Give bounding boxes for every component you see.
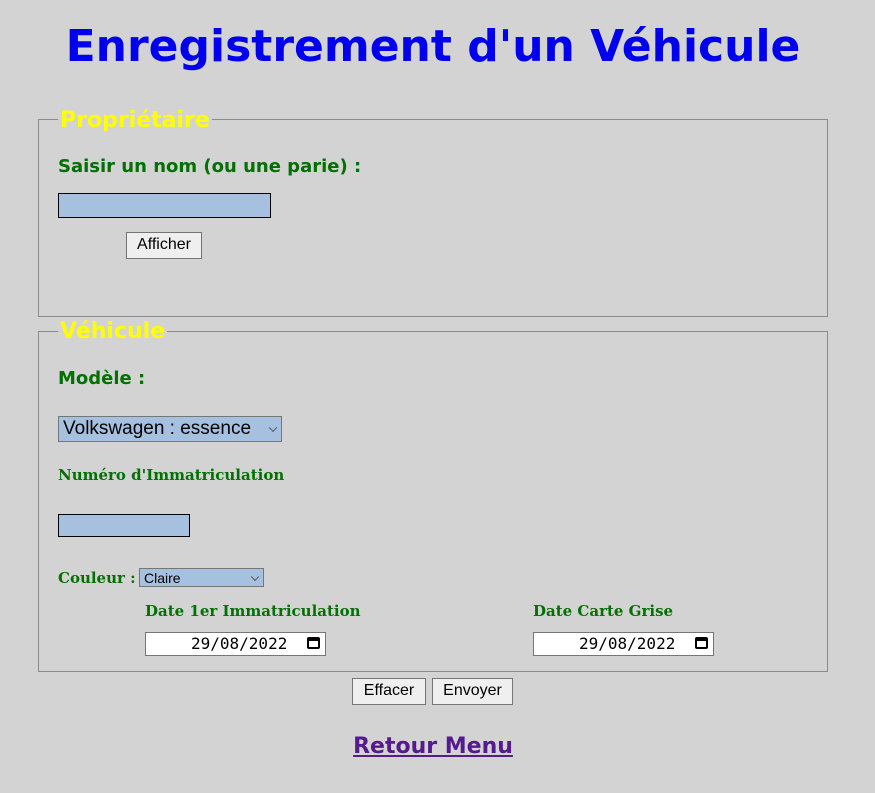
back-to-menu-link-row: Retour Menu: [0, 733, 866, 761]
color-label: Couleur :: [58, 569, 136, 587]
plate-input[interactable]: [58, 514, 190, 537]
registration-card-label: Date Carte Grise: [533, 602, 674, 620]
proprietaire-fieldset: [38, 119, 828, 317]
color-select[interactable]: Claire: [139, 568, 264, 587]
back-to-menu-link[interactable]: Retour Menu: [353, 734, 513, 759]
color-select-value: Claire: [144, 570, 181, 586]
clear-button[interactable]: Effacer: [352, 678, 426, 705]
model-select-value: Volkswagen : essence: [63, 418, 252, 439]
vehicule-legend: Véhicule: [58, 319, 168, 345]
owner-name-label: Saisir un nom (ou une parie) :: [58, 156, 362, 177]
page: Enregistrement d'un Véhicule Propriétair…: [0, 0, 875, 793]
chevron-down-icon: [250, 572, 260, 581]
model-label: Modèle :: [58, 368, 146, 389]
first-registration-date-value: 29/08/2022: [191, 634, 288, 653]
registration-card-date-input[interactable]: 29/08/2022: [533, 632, 714, 656]
first-registration-label: Date 1er Immatriculation: [145, 602, 361, 620]
owner-name-input[interactable]: [58, 193, 271, 218]
chevron-down-icon: [268, 423, 278, 433]
calendar-icon[interactable]: [695, 637, 708, 649]
registration-card-date-value: 29/08/2022: [579, 634, 676, 653]
plate-label: Numéro d'Immatriculation: [58, 466, 285, 484]
proprietaire-legend: Propriétaire: [58, 108, 212, 134]
submit-button[interactable]: Envoyer: [432, 678, 513, 705]
display-button[interactable]: Afficher: [126, 232, 202, 259]
first-registration-date-input[interactable]: 29/08/2022: [145, 632, 326, 656]
calendar-icon[interactable]: [307, 637, 320, 649]
model-select[interactable]: Volkswagen : essence: [58, 416, 282, 442]
page-title: Enregistrement d'un Véhicule: [65, 21, 801, 72]
